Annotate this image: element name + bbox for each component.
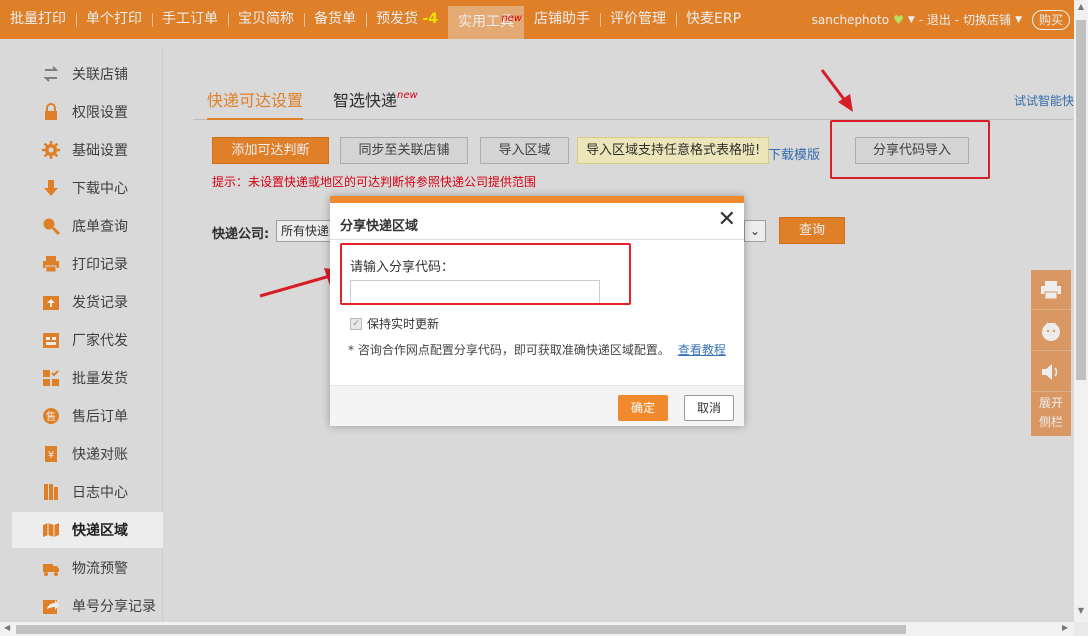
truck-warning-icon — [40, 557, 62, 579]
sidebar-item-ship-records[interactable]: 发货记录 — [12, 284, 163, 320]
side-float-bar: 展开 侧栏 — [1031, 270, 1071, 436]
vertical-scrollbar[interactable]: ▲ ▼ — [1074, 0, 1088, 622]
nav-pre-ship[interactable]: 预发货 -4 — [366, 0, 448, 39]
expand-sidebar-button[interactable]: 展开 侧栏 — [1031, 394, 1071, 432]
sidebar-item-logistics-warning[interactable]: 物流预警 — [12, 550, 163, 586]
dialog-title: 分享快递区域 — [340, 219, 419, 234]
printer-icon[interactable] — [1031, 270, 1071, 310]
svg-text:售: 售 — [46, 410, 56, 423]
tab-bar: 快递可达设置 智选快递new 试试智能快 — [193, 84, 1074, 120]
scroll-down-icon[interactable]: ▼ — [1077, 606, 1085, 615]
sidebar-item-aftersale-orders[interactable]: 售 售后订单 — [12, 398, 163, 434]
diamond-icon: ♥ — [893, 12, 904, 27]
import-tip: 导入区域支持任意格式表格啦! — [577, 137, 770, 164]
chevron-down-icon[interactable]: ▼ — [1015, 15, 1022, 25]
download-template-link[interactable]: 下载模版 — [768, 144, 820, 163]
username[interactable]: sanchephoto — [812, 13, 889, 27]
map-region-icon — [40, 519, 62, 541]
download-icon — [40, 177, 62, 199]
nav-stock-list[interactable]: 备货单 — [304, 0, 366, 39]
log-book-icon — [40, 481, 62, 503]
import-area-button[interactable]: 导入区域 — [480, 137, 569, 164]
highlight-box — [830, 120, 990, 179]
divider — [330, 239, 744, 240]
batch-ship-icon — [40, 367, 62, 389]
nav-erp[interactable]: 快麦ERP — [676, 0, 751, 39]
nav-manual-order[interactable]: 手工订单 — [152, 0, 228, 39]
scroll-up-icon[interactable]: ▲ — [1077, 2, 1085, 11]
express-company-label: 快递公司: — [212, 227, 270, 242]
horizontal-scrollbar[interactable]: ◀ ▶ — [0, 622, 1074, 636]
confirm-button[interactable]: 确定 — [618, 395, 668, 421]
sidebar-item-express-reconcile[interactable]: ¥ 快递对账 — [12, 436, 163, 472]
chevron-down-icon[interactable]: ▼ — [908, 15, 915, 25]
close-icon[interactable]: ✕ — [718, 209, 736, 231]
tab-smart-express[interactable]: 智选快递new — [333, 84, 418, 120]
nav-single-print[interactable]: 单个打印 — [76, 0, 152, 39]
share-code-note: * 咨询合作网点配置分享代码，即可获取准确快递区域配置。 查看教程 — [348, 343, 726, 357]
sidebar: 关联店铺 权限设置 基础设置 下载中心 底单查询 打印记录 发货记录 厂家代发 … — [12, 48, 164, 624]
nav-batch-print[interactable]: 批量打印 — [0, 0, 76, 39]
buy-button[interactable]: 购买 — [1031, 9, 1070, 30]
nav-item-alias[interactable]: 宝贝简称 — [228, 0, 304, 39]
highlight-box — [340, 243, 631, 305]
gear-icon — [40, 139, 62, 161]
dialog-footer: 确定 取消 — [330, 385, 744, 426]
tutorial-link[interactable]: 查看教程 — [678, 343, 726, 357]
reach-hint-text: 提示：未设置快递或地区的可达判断将参照快递公司提供范围 — [212, 175, 537, 189]
pre-ship-count-badge: -4 — [422, 11, 439, 27]
sidebar-item-permissions[interactable]: 权限设置 — [12, 94, 163, 130]
scroll-right-icon[interactable]: ▶ — [1062, 623, 1068, 632]
express-company-select[interactable]: 所有快递 — [276, 220, 336, 242]
red-arrow-icon — [820, 69, 853, 112]
sidebar-item-download-center[interactable]: 下载中心 — [12, 170, 163, 206]
top-nav: 批量打印 单个打印 手工订单 宝贝简称 备货单 预发货 -4 实用工具 new 店… — [0, 0, 1074, 39]
speaker-icon[interactable] — [1031, 352, 1071, 392]
chat-bot-icon[interactable] — [1031, 311, 1071, 351]
switch-shop-link[interactable]: 切换店铺 — [963, 11, 1011, 28]
sidebar-item-log-center[interactable]: 日志中心 — [12, 474, 163, 510]
cancel-button[interactable]: 取消 — [684, 395, 734, 421]
keep-updated-checkbox[interactable]: ✓ — [350, 317, 362, 330]
sync-shops-button[interactable]: 同步至关联店铺 — [340, 137, 468, 164]
sidebar-item-receipt-query[interactable]: 底单查询 — [12, 208, 163, 244]
new-tag: new — [501, 13, 523, 24]
add-reach-rule-button[interactable]: 添加可达判断 — [212, 137, 329, 164]
scroll-left-icon[interactable]: ◀ — [4, 623, 10, 632]
sidebar-item-share-records[interactable]: 单号分享记录 — [12, 588, 163, 624]
sidebar-item-express-region[interactable]: 快递区域 — [12, 512, 164, 548]
sidebar-item-print-records[interactable]: 打印记录 — [12, 246, 163, 282]
link-arrows-icon — [40, 63, 62, 85]
factory-icon — [40, 329, 62, 351]
svg-text:¥: ¥ — [48, 450, 54, 461]
aftersale-icon: 售 — [40, 405, 62, 427]
sidebar-item-batch-ship[interactable]: 批量发货 — [12, 360, 163, 396]
nav-shop-assistant[interactable]: 店铺助手 — [524, 0, 600, 39]
sidebar-item-basic-settings[interactable]: 基础设置 — [12, 132, 163, 168]
logout-link[interactable]: - 退出 - — [919, 11, 959, 28]
sidebar-item-factory-dropship[interactable]: 厂家代发 — [12, 322, 163, 358]
query-button[interactable]: 查询 — [779, 217, 845, 244]
printer-icon — [40, 253, 62, 275]
nav-tools[interactable]: 实用工具 new — [448, 6, 525, 39]
upload-box-icon — [40, 291, 62, 313]
share-icon — [40, 595, 62, 617]
lock-icon — [40, 101, 62, 123]
new-tag: new — [397, 90, 418, 101]
nav-review-manage[interactable]: 评价管理 — [600, 0, 676, 39]
scroll-thumb[interactable] — [16, 625, 906, 634]
tab-express-reach[interactable]: 快递可达设置 — [207, 84, 304, 120]
scroll-thumb[interactable] — [1076, 20, 1086, 380]
yen-receipt-icon: ¥ — [40, 443, 62, 465]
sidebar-item-linked-shops[interactable]: 关联店铺 — [12, 56, 163, 92]
search-icon — [40, 215, 62, 237]
smart-trial-link[interactable]: 试试智能快 — [1014, 92, 1074, 109]
share-region-dialog: 分享快递区域 ✕ 请输入分享代码： ✓ 保持实时更新 * 咨询合作网点配置分享代… — [330, 196, 744, 426]
keep-updated-option[interactable]: ✓ 保持实时更新 — [350, 315, 439, 332]
chevron-down-icon[interactable]: ⌄ — [744, 220, 766, 242]
